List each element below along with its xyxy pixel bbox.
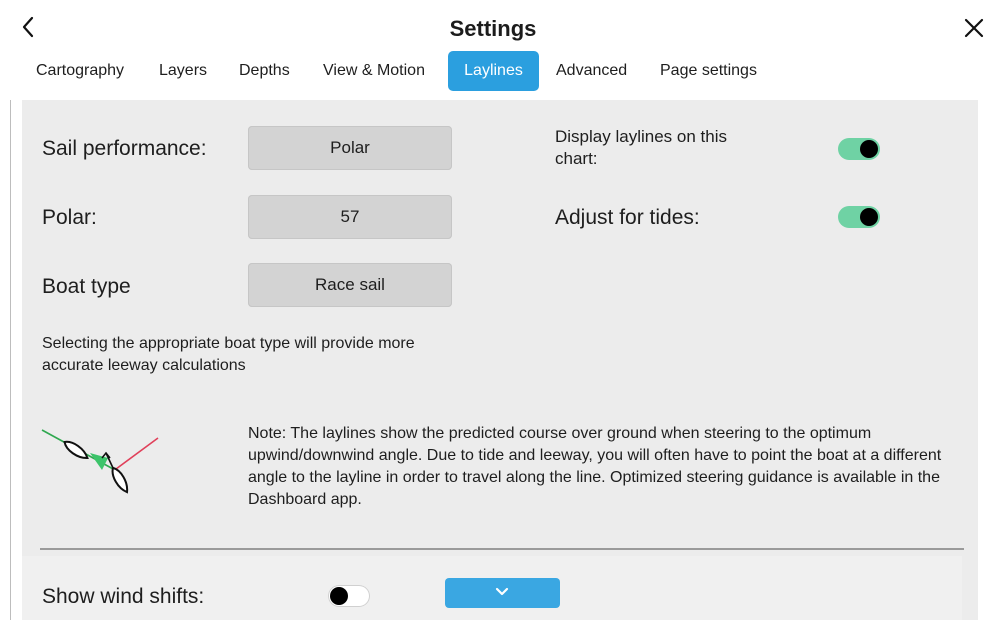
sail-performance-label: Sail performance: (42, 137, 207, 160)
close-icon[interactable] (962, 16, 986, 40)
wind-shifts-label: Show wind shifts: (42, 585, 205, 608)
tab-advanced[interactable]: Advanced (556, 56, 627, 90)
polar-label: Polar: (42, 206, 97, 229)
wind-shifts-toggle[interactable] (328, 585, 370, 607)
display-laylines-toggle[interactable] (838, 138, 880, 160)
toggle-knob (860, 140, 878, 158)
boat-type-label: Boat type (42, 275, 131, 298)
tab-depths[interactable]: Depths (239, 56, 290, 90)
expand-wind-shifts-button[interactable] (445, 578, 560, 608)
toggle-knob (860, 208, 878, 226)
layline-boats-icon (41, 429, 159, 494)
laylines-note: Note: The laylines show the predicted co… (248, 425, 942, 508)
section-divider (40, 548, 964, 550)
tab-layers[interactable]: Layers (159, 56, 207, 90)
adjust-tides-toggle[interactable] (838, 206, 880, 228)
page-title: Settings (449, 16, 537, 41)
tab-cartography[interactable]: Cartography (36, 56, 124, 90)
tab-page-settings[interactable]: Page settings (660, 56, 757, 90)
chevron-down-icon (495, 587, 509, 596)
polar-button[interactable]: 57 (248, 195, 452, 239)
boat-type-info-text: Selecting the appropriate boat type will… (42, 335, 415, 374)
boat-type-button[interactable]: Race sail (248, 263, 452, 307)
adjust-tides-label: Adjust for tides: (555, 206, 700, 229)
tab-view-motion[interactable]: View & Motion (323, 56, 425, 90)
tab-laylines[interactable]: Laylines (448, 51, 539, 91)
toggle-knob (330, 587, 348, 605)
display-laylines-label: Display laylines on this chart: (555, 127, 727, 168)
sail-performance-button[interactable]: Polar (248, 126, 452, 170)
